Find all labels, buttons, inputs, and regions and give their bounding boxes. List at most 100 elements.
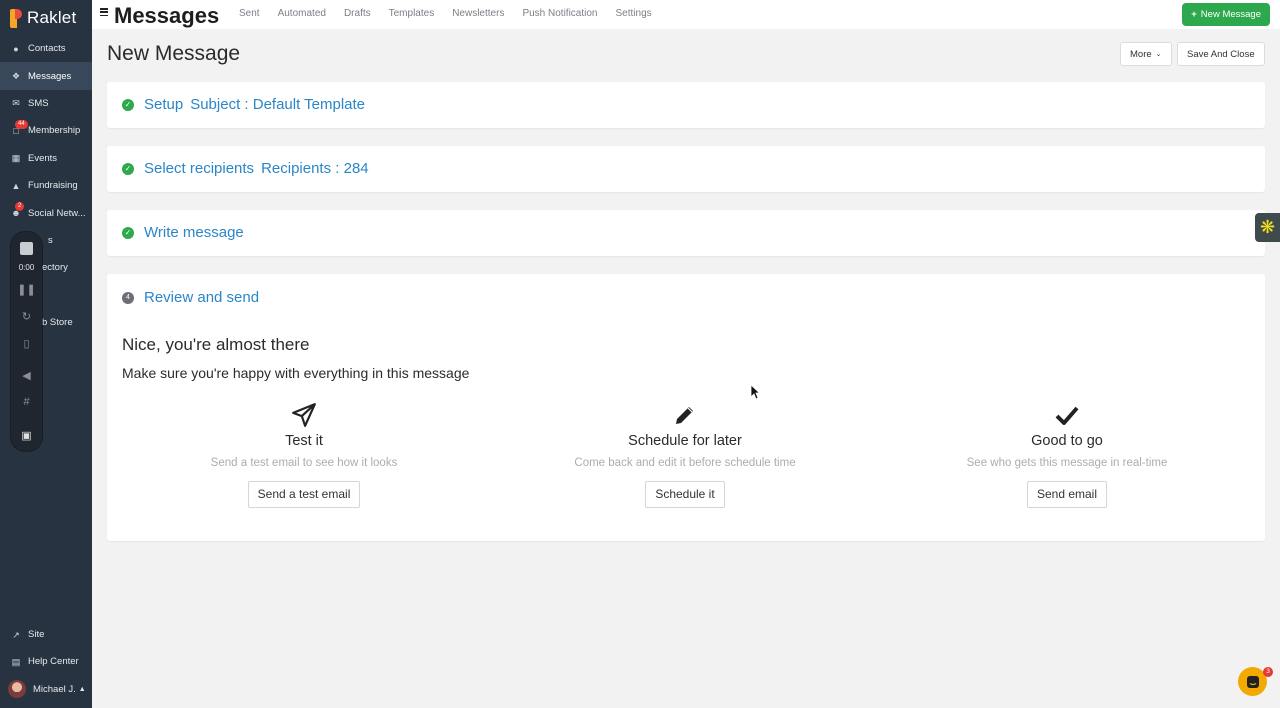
- sidebar-item-fundraising[interactable]: ▲ Fundraising: [0, 172, 92, 199]
- step-row: ✓ Select recipients Recipients : 284: [122, 160, 369, 177]
- send-email-button[interactable]: Send email: [1026, 481, 1108, 508]
- sidebar-item-help-center[interactable]: ▤ Help Center: [0, 648, 92, 675]
- sidebar-item-label: Contacts: [28, 43, 66, 55]
- sidebar-bottom: ↗ Site ▤ Help Center Michael J. ▲: [0, 621, 92, 703]
- sidebar-item-sms[interactable]: ✉ SMS: [0, 90, 92, 117]
- user-name: Michael J.: [33, 683, 76, 695]
- book-icon: ▤: [11, 656, 21, 667]
- user-menu[interactable]: Michael J. ▲: [0, 676, 92, 703]
- sidebar-item-social-network[interactable]: ☻ 2 Social Netw...: [0, 199, 92, 226]
- sms-icon: ✉: [12, 98, 20, 109]
- menu-icon[interactable]: [100, 8, 108, 17]
- brand[interactable]: Raklet: [10, 7, 76, 29]
- tab-settings[interactable]: Settings: [616, 8, 652, 19]
- sidebar-item-label: Social Netw...: [28, 207, 86, 219]
- step-title[interactable]: Write message: [144, 224, 244, 241]
- brand-name: Raklet: [27, 8, 77, 27]
- main-heading: New Message: [107, 42, 241, 65]
- sidebar-item-label: Site: [28, 629, 45, 641]
- save-and-close-button[interactable]: Save And Close: [1177, 42, 1265, 66]
- sidebar-item-events[interactable]: ▦ Events: [0, 145, 92, 172]
- more-button[interactable]: More ⌄: [1120, 42, 1172, 66]
- step-review-card: 4 Review and send Nice, you're almost th…: [107, 274, 1265, 541]
- step-title[interactable]: Setup: [144, 96, 183, 113]
- avatar: [8, 680, 26, 699]
- chat-badge: 3: [1263, 667, 1273, 677]
- option-description: See who gets this message in real-time: [966, 457, 1168, 469]
- review-headline: Nice, you're almost there: [122, 335, 310, 354]
- save-close-label: Save And Close: [1187, 48, 1255, 60]
- new-message-button[interactable]: + New Message: [1182, 3, 1270, 26]
- camera-icon[interactable]: ▣: [11, 429, 42, 442]
- sidebar-item-contacts[interactable]: ● Contacts: [0, 35, 92, 62]
- social-badge: 2: [15, 202, 25, 212]
- mouse-cursor-icon: [750, 384, 760, 400]
- sidebar-item-label: s: [48, 234, 53, 246]
- grid-icon[interactable]: #: [11, 396, 42, 408]
- option-send: Good to go See who gets this message in …: [887, 402, 1247, 508]
- pencil-icon: [505, 402, 865, 428]
- sidebar-item-site[interactable]: ↗ Site: [0, 621, 92, 648]
- check-circle-icon: ✓: [122, 98, 134, 111]
- sidebar-item-label: Membership: [28, 125, 81, 137]
- sidebar-item-label: b Store: [42, 317, 73, 329]
- stop-record-icon[interactable]: [20, 242, 33, 255]
- feedback-widget-icon[interactable]: ❋: [1255, 213, 1280, 242]
- sidebar-item-label: Help Center: [28, 656, 79, 668]
- step-title[interactable]: Review and send: [144, 289, 259, 306]
- step-recipients-card[interactable]: ✓ Select recipients Recipients : 284: [107, 146, 1265, 192]
- page-title: Messages: [114, 3, 220, 28]
- sidebar-item-label: ectory: [42, 262, 68, 274]
- new-message-label: New Message: [1200, 9, 1261, 20]
- sidebar-item-membership[interactable]: □ 44 Membership: [0, 117, 92, 144]
- audio-icon[interactable]: ◀: [11, 369, 42, 382]
- step-row: 4 Review and send: [122, 289, 259, 306]
- step-row: ✓ Write message: [122, 224, 244, 241]
- paper-plane-icon: [124, 402, 484, 428]
- messages-tabs: Sent Automated Drafts Templates Newslett…: [239, 8, 670, 19]
- tab-automated[interactable]: Automated: [278, 8, 326, 19]
- sidebar-item-messages[interactable]: ❖ Messages: [0, 62, 92, 90]
- step-write-card[interactable]: ✓ Write message: [107, 210, 1265, 256]
- raklet-logo-icon: [10, 8, 22, 28]
- schedule-button[interactable]: Schedule it: [645, 481, 725, 508]
- messages-icon: ❖: [11, 71, 21, 82]
- sidebar-item-label: Events: [28, 152, 58, 164]
- step-setup-card[interactable]: ✓ Setup Subject : Default Template: [107, 82, 1265, 128]
- step-subtitle: Subject : Default Template: [190, 96, 366, 113]
- tab-templates[interactable]: Templates: [389, 8, 435, 19]
- fundraising-icon: ▲: [11, 180, 21, 191]
- option-test: Test it Send a test email to see how it …: [124, 402, 484, 508]
- trash-icon[interactable]: ▯: [11, 337, 42, 350]
- tab-newsletters[interactable]: Newsletters: [452, 8, 504, 19]
- membership-badge: 44: [15, 120, 28, 130]
- external-link-icon: ↗: [12, 629, 20, 640]
- option-title: Test it: [285, 433, 323, 449]
- check-circle-icon: ✓: [122, 162, 134, 175]
- review-subline: Make sure you're happy with everything i…: [122, 365, 470, 381]
- option-schedule: Schedule for later Come back and edit it…: [505, 402, 865, 508]
- option-description: Come back and edit it before schedule ti…: [574, 457, 796, 469]
- step-title[interactable]: Select recipients: [144, 160, 254, 177]
- top-bar: Messages Sent Automated Drafts Templates…: [92, 0, 1280, 29]
- calendar-icon: ▦: [11, 153, 21, 164]
- sidebar-item-label: Fundraising: [28, 180, 78, 192]
- plus-icon: +: [1191, 9, 1197, 20]
- caret-up-icon: ▲: [78, 685, 86, 693]
- users-icon: ●: [13, 43, 19, 54]
- step-row: ✓ Setup Subject : Default Template: [122, 96, 365, 113]
- option-title: Schedule for later: [628, 433, 742, 449]
- pause-icon[interactable]: ❚❚: [11, 283, 42, 296]
- restart-icon[interactable]: ↻: [11, 310, 42, 323]
- more-label: More: [1130, 48, 1152, 60]
- tab-push-notification[interactable]: Push Notification: [522, 8, 597, 19]
- send-test-email-button[interactable]: Send a test email: [247, 481, 361, 508]
- tab-sent[interactable]: Sent: [239, 8, 260, 19]
- recording-time: 0:00: [18, 263, 35, 272]
- step-subtitle: Recipients : 284: [261, 160, 369, 177]
- option-description: Send a test email to see how it looks: [210, 457, 398, 469]
- sidebar-item-label: SMS: [28, 97, 49, 109]
- tab-drafts[interactable]: Drafts: [344, 8, 371, 19]
- sidebar-item-label: Messages: [28, 70, 72, 82]
- checkmark-icon: [887, 402, 1247, 428]
